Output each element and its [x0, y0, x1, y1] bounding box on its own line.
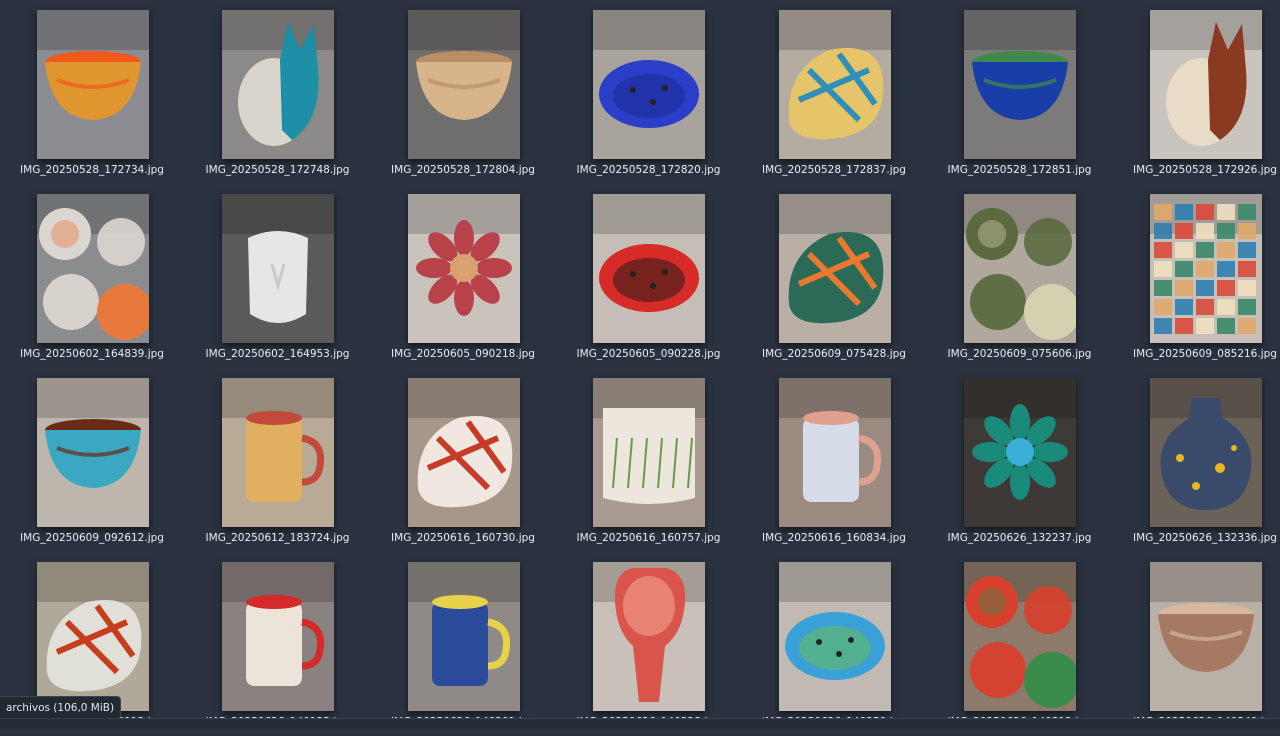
file-grid: IMG_20250528_172734.jpgIMG_20250528_1727…: [0, 0, 1280, 728]
status-bar: archivos (106,0 MiB): [0, 696, 121, 720]
file-item[interactable]: IMG_20250626_140201.jpg: [371, 552, 556, 736]
file-name: IMG_20250528_172804.jpg: [371, 164, 556, 176]
file-thumbnail[interactable]: [408, 562, 520, 711]
file-item[interactable]: IMG_20250528_172820.jpg: [556, 0, 741, 184]
file-thumbnail[interactable]: [964, 562, 1076, 711]
file-name: IMG_20250605_090228.jpg: [556, 348, 741, 360]
file-name: IMG_20250528_172748.jpg: [185, 164, 370, 176]
file-thumbnail[interactable]: [37, 194, 149, 343]
file-item[interactable]: IMG_20250616_160730.jpg: [371, 368, 556, 552]
file-name: IMG_20250528_172734.jpg: [0, 164, 185, 176]
file-thumbnail[interactable]: [222, 562, 334, 711]
file-item[interactable]: IMG_20250616_160834.jpg: [742, 368, 927, 552]
bottom-bar: [0, 718, 1280, 729]
status-bar-text: archivos (106,0 MiB): [6, 702, 114, 714]
file-item[interactable]: IMG_20250528_172748.jpg: [185, 0, 370, 184]
file-name: IMG_20250528_172837.jpg: [742, 164, 927, 176]
file-thumbnail[interactable]: [1150, 10, 1262, 159]
file-name: IMG_20250616_160757.jpg: [556, 532, 741, 544]
file-thumbnail[interactable]: [593, 10, 705, 159]
file-thumbnail[interactable]: [964, 10, 1076, 159]
file-item[interactable]: IMG_20250605_090218.jpg: [371, 184, 556, 368]
file-name: IMG_20250609_075606.jpg: [927, 348, 1112, 360]
file-thumbnail[interactable]: [222, 378, 334, 527]
file-thumbnail[interactable]: [779, 562, 891, 711]
file-name: IMG_20250612_183724.jpg: [185, 532, 370, 544]
file-thumbnail[interactable]: [1150, 562, 1262, 711]
file-name: IMG_20250616_160730.jpg: [371, 532, 556, 544]
file-thumbnail[interactable]: [593, 562, 705, 711]
file-thumbnail[interactable]: [408, 194, 520, 343]
file-thumbnail[interactable]: [37, 10, 149, 159]
file-name: IMG_20250609_092612.jpg: [0, 532, 185, 544]
file-item[interactable]: IMG_20250605_090228.jpg: [556, 184, 741, 368]
file-item[interactable]: IMG_20250626_132237.jpg: [927, 368, 1112, 552]
file-item[interactable]: IMG_20250626_140340.jpg: [1113, 552, 1280, 736]
file-item[interactable]: IMG_20250626_140135.jpg: [185, 552, 370, 736]
file-thumbnail[interactable]: [1150, 194, 1262, 343]
file-name: IMG_20250602_164839.jpg: [0, 348, 185, 360]
file-name: IMG_20250528_172926.jpg: [1113, 164, 1280, 176]
file-thumbnail[interactable]: [964, 194, 1076, 343]
file-thumbnail[interactable]: [222, 194, 334, 343]
file-thumbnail[interactable]: [222, 10, 334, 159]
file-thumbnail[interactable]: [593, 194, 705, 343]
file-thumbnail[interactable]: [779, 378, 891, 527]
file-item[interactable]: IMG_20250609_085216.jpg: [1113, 184, 1280, 368]
file-name: IMG_20250626_132237.jpg: [927, 532, 1112, 544]
file-item[interactable]: IMG_20250626_132336.jpg: [1113, 368, 1280, 552]
file-thumbnail[interactable]: [593, 378, 705, 527]
file-thumbnail[interactable]: [779, 194, 891, 343]
file-thumbnail[interactable]: [1150, 378, 1262, 527]
file-item[interactable]: IMG_20250626_140312.jpg: [927, 552, 1112, 736]
file-name: IMG_20250605_090218.jpg: [371, 348, 556, 360]
file-item[interactable]: IMG_20250528_172851.jpg: [927, 0, 1112, 184]
file-thumbnail[interactable]: [37, 378, 149, 527]
file-item[interactable]: IMG_20250609_092612.jpg: [0, 368, 185, 552]
file-item[interactable]: IMG_20250616_160757.jpg: [556, 368, 741, 552]
file-thumbnail[interactable]: [408, 10, 520, 159]
file-thumbnail[interactable]: [408, 378, 520, 527]
file-item[interactable]: IMG_20250626_140250.jpg: [742, 552, 927, 736]
file-item[interactable]: IMG_20250602_164953.jpg: [185, 184, 370, 368]
file-thumbnail[interactable]: [779, 10, 891, 159]
file-thumbnail[interactable]: [37, 562, 149, 711]
file-name: IMG_20250616_160834.jpg: [742, 532, 927, 544]
file-item[interactable]: IMG_20250602_164839.jpg: [0, 184, 185, 368]
file-item[interactable]: IMG_20250609_075428.jpg: [742, 184, 927, 368]
file-thumbnail[interactable]: [964, 378, 1076, 527]
file-item[interactable]: IMG_20250528_172926.jpg: [1113, 0, 1280, 184]
file-name: IMG_20250528_172851.jpg: [927, 164, 1112, 176]
file-item[interactable]: IMG_20250528_172837.jpg: [742, 0, 927, 184]
file-name: IMG_20250602_164953.jpg: [185, 348, 370, 360]
file-name: IMG_20250609_085216.jpg: [1113, 348, 1280, 360]
file-item[interactable]: IMG_20250626_140228.jpg: [556, 552, 741, 736]
file-name: IMG_20250626_132336.jpg: [1113, 532, 1280, 544]
file-name: IMG_20250528_172820.jpg: [556, 164, 741, 176]
file-item[interactable]: IMG_20250528_172804.jpg: [371, 0, 556, 184]
file-item[interactable]: IMG_20250612_183724.jpg: [185, 368, 370, 552]
file-item[interactable]: IMG_20250528_172734.jpg: [0, 0, 185, 184]
file-name: IMG_20250609_075428.jpg: [742, 348, 927, 360]
file-item[interactable]: IMG_20250609_075606.jpg: [927, 184, 1112, 368]
